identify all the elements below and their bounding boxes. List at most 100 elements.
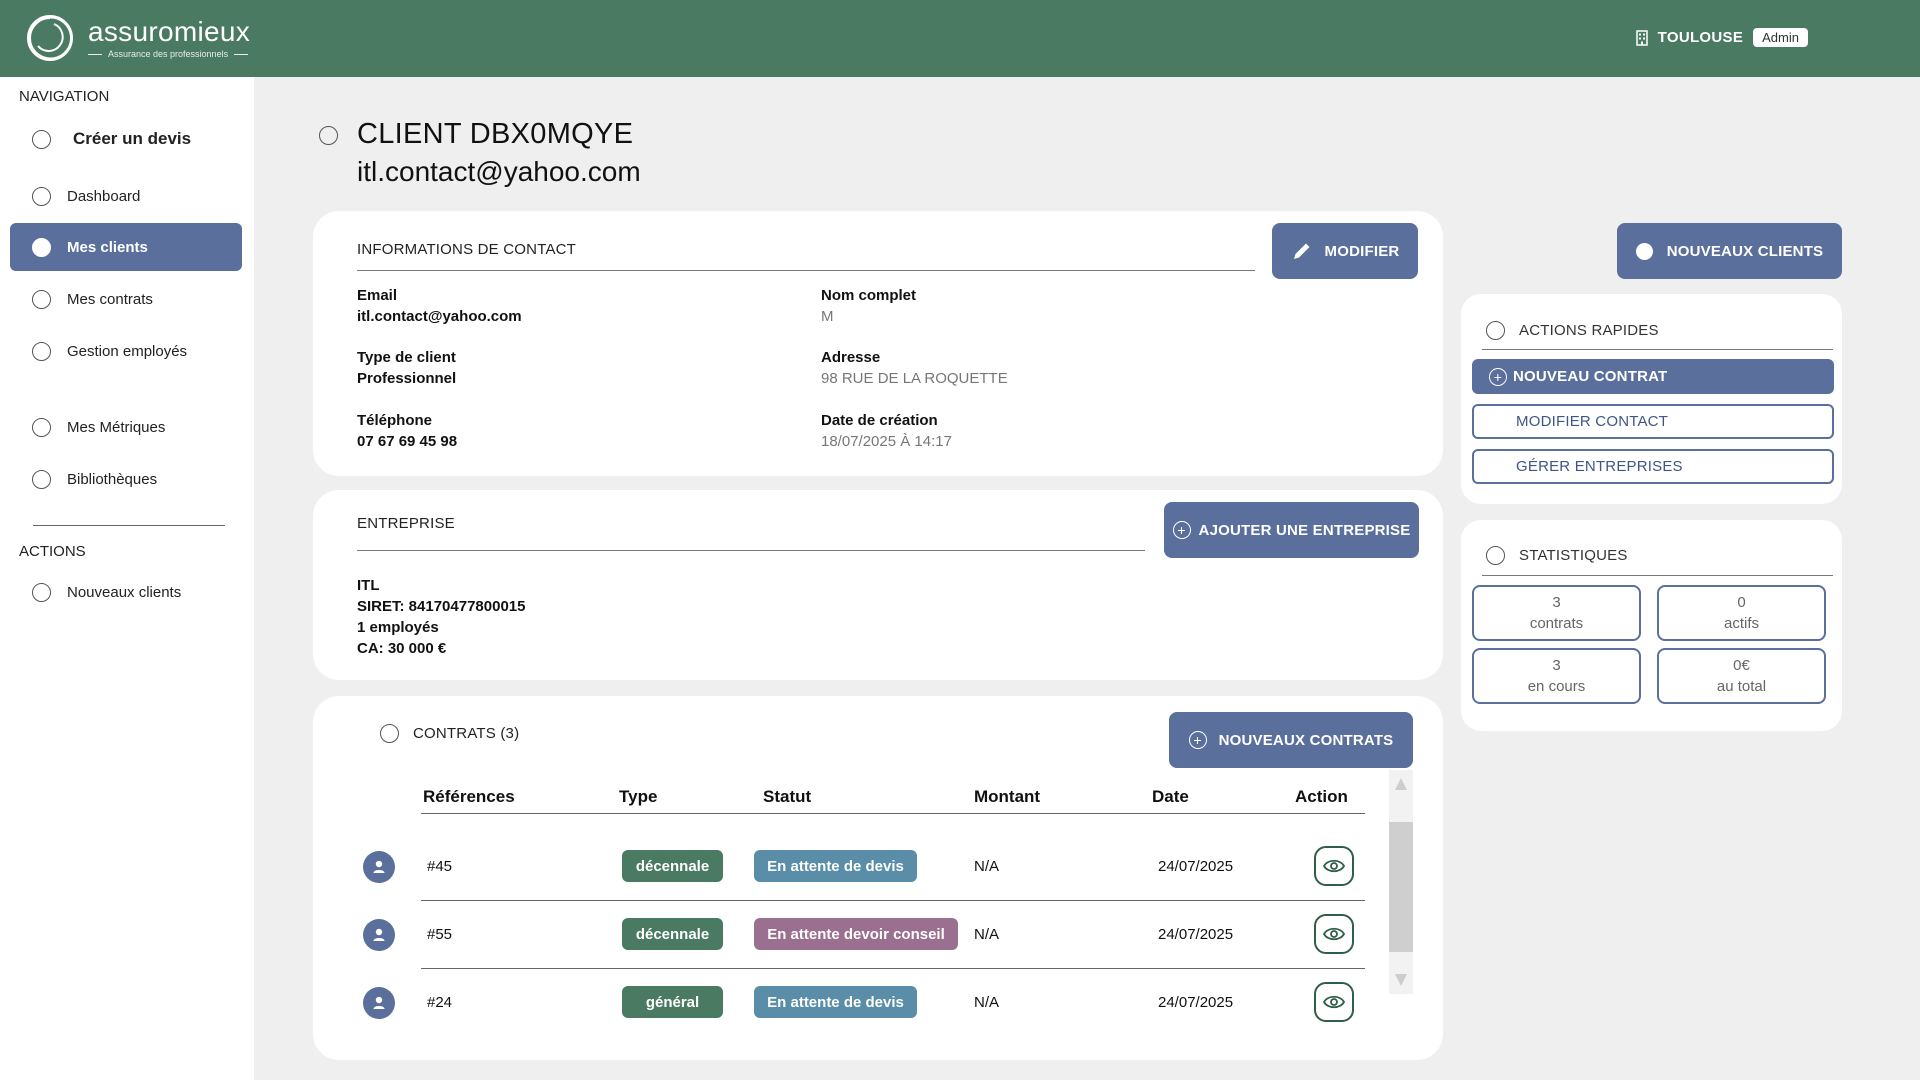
new-contracts-label: NOUVEAUX CONTRATS [1218, 731, 1394, 749]
col-header-amount[interactable]: Montant [974, 787, 1040, 807]
eye-icon [1323, 927, 1345, 941]
stat-value: 3 [1552, 657, 1561, 674]
address-value: 98 RUE DE LA ROQUETTE [821, 370, 1008, 387]
radio-icon [32, 469, 51, 489]
col-header-date[interactable]: Date [1152, 787, 1189, 807]
user-avatar-icon [363, 919, 395, 951]
contract-ref: #55 [427, 926, 453, 943]
company-heading: ENTREPRISE [357, 515, 455, 532]
role-badge: Admin [1753, 28, 1808, 47]
eye-icon [1323, 995, 1345, 1009]
contract-amount: N/A [974, 858, 1000, 875]
contract-type-badge: décennale [622, 918, 723, 950]
quick-actions-divider [1482, 349, 1833, 350]
sidebar-item-label: Mes Métriques [67, 418, 166, 436]
creation-date-value: 18/07/2025 À 14:17 [821, 433, 952, 450]
company-employees: 1 employés [357, 619, 439, 636]
sidebar-item-my-clients[interactable]: Mes clients [10, 223, 242, 271]
sidebar-item-label: Nouveaux clients [67, 583, 182, 601]
sidebar-divider [33, 525, 225, 526]
company-revenue: CA: 30 000 € [357, 640, 447, 657]
phone-field: Téléphone 07 67 69 45 98 [357, 412, 457, 450]
contracts-scrollbar[interactable] [1389, 770, 1413, 994]
actions-heading: ACTIONS [19, 543, 86, 560]
top-header: assuromieux Assurance des professionnels… [0, 0, 1920, 77]
radio-icon[interactable] [380, 724, 399, 743]
scroll-down-arrow-icon[interactable] [1395, 974, 1407, 986]
building-icon [1635, 29, 1648, 46]
stat-label: contrats [1529, 615, 1584, 632]
email-label: Email [357, 287, 398, 304]
radio-icon[interactable] [1486, 546, 1505, 565]
plus-circle-icon: + [1188, 731, 1207, 749]
add-company-button[interactable]: + AJOUTER UNE ENTREPRISE [1164, 502, 1419, 558]
radio-icon [32, 417, 51, 437]
new-contracts-button[interactable]: + NOUVEAUX CONTRATS [1169, 712, 1413, 768]
radio-icon [32, 341, 51, 361]
sidebar-item-libraries[interactable]: Bibliothèques [10, 455, 242, 503]
scrollbar-thumb[interactable] [1389, 822, 1413, 952]
view-contract-button[interactable] [1314, 982, 1354, 1022]
contract-date: 24/07/2025 [1158, 858, 1234, 875]
email-field: Email itl.contact@yahoo.com [357, 287, 522, 325]
radio-icon [32, 582, 51, 602]
contract-date: 24/07/2025 [1158, 994, 1234, 1011]
quick-actions-heading: ACTIONS RAPIDES [1486, 321, 1659, 340]
stat-value: 0 [1737, 594, 1746, 611]
sidebar-item-my-contracts[interactable]: Mes contrats [10, 275, 242, 323]
client-type-field: Type de client Professionnel [357, 349, 456, 387]
sidebar-item-label: Bibliothèques [67, 470, 158, 488]
client-type-label: Type de client [357, 349, 456, 366]
stat-active: 0 actifs [1657, 585, 1826, 641]
stat-label: actifs [1723, 615, 1759, 632]
quick-actions-heading-label: ACTIONS RAPIDES [1519, 322, 1659, 339]
add-company-label: AJOUTER UNE ENTREPRISE [1198, 521, 1411, 539]
brand-logo[interactable]: assuromieux Assurance des professionnels [24, 12, 250, 64]
phone-label: Téléphone [357, 412, 433, 429]
stat-contracts: 3 contrats [1472, 585, 1641, 641]
contract-date: 24/07/2025 [1158, 926, 1234, 943]
stat-value: 0€ [1733, 657, 1750, 674]
sidebar-item-employees[interactable]: Gestion employés [10, 327, 242, 375]
brand-tagline: Assurance des professionnels [88, 49, 250, 59]
new-clients-label: NOUVEAUX CLIENTS [1666, 242, 1824, 260]
col-header-type[interactable]: Type [619, 787, 657, 807]
manage-companies-button[interactable]: GÉRER ENTREPRISES [1472, 449, 1834, 484]
full-name-field: Nom complet M [821, 287, 916, 325]
edit-contact-label: MODIFIER [1324, 242, 1400, 260]
sidebar: NAVIGATION Créer un devis Dashboard Mes … [0, 77, 254, 1080]
radio-filled-icon [1635, 242, 1653, 260]
row-divider [421, 968, 1365, 969]
view-contract-button[interactable] [1314, 846, 1354, 886]
col-header-status[interactable]: Statut [763, 787, 811, 807]
sidebar-item-dashboard[interactable]: Dashboard [10, 172, 242, 220]
radio-icon [32, 289, 51, 309]
stat-label: au total [1716, 678, 1767, 695]
statistics-heading-label: STATISTIQUES [1519, 547, 1628, 564]
phone-value: 07 67 69 45 98 [357, 433, 458, 450]
eye-icon [1323, 859, 1345, 873]
page-title: CLIENT DBX0MQYE [357, 118, 634, 150]
company-siret: SIRET: 84170477800015 [357, 598, 526, 615]
contract-ref: #45 [427, 858, 453, 875]
row-divider [421, 900, 1365, 901]
client-select-radio-icon[interactable] [319, 126, 338, 145]
new-clients-button[interactable]: NOUVEAUX CLIENTS [1617, 223, 1842, 279]
creation-date-field: Date de création 18/07/2025 À 14:17 [821, 412, 952, 450]
stat-total: 0€ au total [1657, 648, 1826, 704]
email-value: itl.contact@yahoo.com [357, 308, 522, 325]
edit-contact-button[interactable]: MODIFIER [1272, 223, 1418, 279]
sidebar-item-metrics[interactable]: Mes Métriques [10, 403, 242, 451]
col-header-references[interactable]: Références [423, 787, 515, 807]
sidebar-item-new-clients[interactable]: Nouveaux clients [10, 568, 242, 616]
view-contract-button[interactable] [1314, 914, 1354, 954]
new-contract-button[interactable]: + NOUVEAU CONTRAT [1472, 359, 1834, 394]
sidebar-item-create-quote[interactable]: Créer un devis [10, 115, 242, 163]
radio-icon[interactable] [1486, 321, 1505, 340]
scroll-up-arrow-icon[interactable] [1395, 778, 1407, 790]
full-name-value: M [821, 308, 834, 325]
plus-circle-icon: + [1172, 521, 1191, 539]
edit-contact-quick-button[interactable]: MODIFIER CONTACT [1472, 404, 1834, 439]
col-header-action[interactable]: Action [1295, 787, 1348, 807]
pencil-icon [1293, 243, 1310, 259]
